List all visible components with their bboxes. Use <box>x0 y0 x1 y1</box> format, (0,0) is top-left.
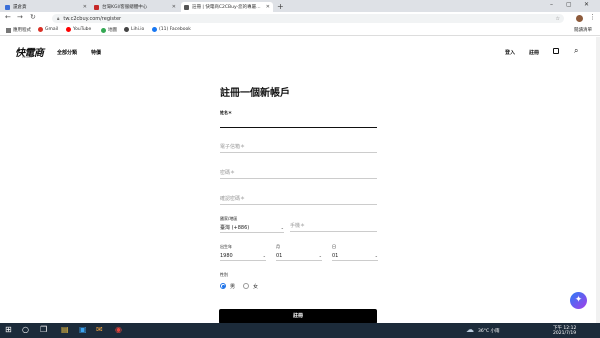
clock-date[interactable]: 2021/7/19 <box>553 331 576 336</box>
tab-1[interactable]: 還倉貨 ✕ <box>2 2 90 12</box>
forward-icon[interactable]: → <box>17 13 23 21</box>
close-icon[interactable]: ✕ <box>172 4 176 10</box>
profile-avatar[interactable] <box>576 15 583 22</box>
bookmark-label: (11) Facebook <box>159 27 191 32</box>
reading-list[interactable]: 閱讀清單 <box>574 27 592 33</box>
maps-icon <box>101 27 106 33</box>
tab-favicon-icon <box>5 4 10 10</box>
weather-icon: ☁ <box>466 325 474 334</box>
nav-all-categories[interactable]: 全部分類 <box>57 49 77 56</box>
reload-icon[interactable]: ↻ <box>30 13 36 21</box>
maximize-icon[interactable]: ▢ <box>566 1 572 8</box>
gender-female-label: 女 <box>253 284 259 290</box>
country-value: 臺灣 (+886) <box>220 225 250 231</box>
address-bar[interactable]: 🔒︎ tw.c2cbuy.com/register ☆ <box>52 14 564 23</box>
country-select[interactable]: 臺灣 (+886) ⌄ <box>220 223 284 233</box>
cart-icon[interactable] <box>553 48 559 54</box>
lock-icon: 🔒︎ <box>57 16 60 22</box>
apps-grid-icon <box>6 27 11 33</box>
month-label: 月 <box>276 244 280 249</box>
windows-start-icon[interactable]: ⊞ <box>5 325 12 335</box>
birth-year-value: 1980 <box>220 252 233 259</box>
minimize-icon[interactable]: – <box>550 1 553 8</box>
browser-menu-icon[interactable]: ⋮ <box>589 13 596 21</box>
tab-title: 還倉貨 <box>13 5 27 10</box>
confirm-password-field[interactable]: 確認密碼＊ <box>220 195 377 205</box>
bookmark-label: 應用程式 <box>13 28 31 33</box>
bookmark-label: YouTube <box>73 27 92 32</box>
lihi-icon <box>124 27 129 32</box>
weather-text: 36°C 小雨 <box>478 329 500 334</box>
day-select[interactable]: 01 ⌄ <box>332 251 378 261</box>
new-tab-icon[interactable]: + <box>277 2 284 11</box>
tab-3-active[interactable]: 註冊 | 快電商C2CBuy-您的專屬… ✕ <box>181 2 273 12</box>
page-scrollbar[interactable] <box>596 37 600 323</box>
month-value: 01 <box>276 252 283 259</box>
search-icon[interactable]: ⌕ <box>574 46 578 56</box>
bookmark-label: Lihi.io <box>131 27 145 32</box>
gmail-icon <box>38 27 43 32</box>
bookmark-maps[interactable]: 地圖 <box>101 27 117 33</box>
bookmark-apps[interactable]: 應用程式 <box>6 27 31 33</box>
close-icon[interactable]: ✕ <box>83 4 87 10</box>
url-text: tw.c2cbuy.com/register <box>63 15 122 22</box>
birth-year-select[interactable]: 1980 ⌄ <box>220 251 266 261</box>
month-select[interactable]: 01 ⌄ <box>276 251 322 261</box>
bookmark-facebook[interactable]: (11) Facebook <box>152 27 191 32</box>
chevron-down-icon: ⌄ <box>318 253 322 258</box>
chrome-icon[interactable]: ◉ <box>115 325 122 335</box>
country-label: 國家/地區 <box>220 216 238 221</box>
taskbar <box>0 323 600 338</box>
bookmark-star-icon[interactable]: ☆ <box>556 16 560 22</box>
bookmark-label: Gmail <box>45 27 59 32</box>
window-close-icon[interactable]: ✕ <box>584 1 589 8</box>
name-label: 姓名＊ <box>220 110 232 115</box>
register-submit-button[interactable]: 註冊 <box>219 309 377 324</box>
tab-favicon-icon <box>94 4 99 10</box>
close-icon[interactable]: ✕ <box>266 4 270 10</box>
day-label: 日 <box>332 244 336 249</box>
chevron-down-icon: ⌄ <box>374 253 378 258</box>
birth-year-label: 出生年 <box>220 244 232 249</box>
facebook-icon <box>152 27 157 32</box>
chevron-down-icon: ⌄ <box>262 253 266 258</box>
gender-label: 性別 <box>220 272 228 277</box>
password-field[interactable]: 密碼＊ <box>220 169 377 179</box>
bookmark-youtube[interactable]: YouTube <box>66 27 91 32</box>
phone-field[interactable]: 手機＊ <box>290 222 377 232</box>
site-logo-sub: C2CBUY <box>22 56 33 59</box>
gender-female-radio[interactable] <box>243 283 249 289</box>
login-link[interactable]: 登入 <box>505 49 515 56</box>
tab-bar <box>0 0 600 12</box>
store-icon[interactable]: ▣ <box>79 325 87 335</box>
bookmark-gmail[interactable]: Gmail <box>38 27 58 32</box>
day-value: 01 <box>332 252 339 259</box>
page-title: 註冊一個新帳戶 <box>220 88 290 99</box>
gender-male-radio[interactable] <box>220 283 226 289</box>
youtube-icon <box>66 27 71 32</box>
register-link[interactable]: 註冊 <box>529 49 539 56</box>
tab-2[interactable]: 台灣KGI/客服總體中心 ✕ <box>91 2 179 12</box>
bookmark-lihi[interactable]: Lihi.io <box>124 27 144 32</box>
task-view-icon[interactable]: ❐ <box>40 325 47 335</box>
search-icon[interactable]: ○ <box>22 325 29 335</box>
gender-male-label: 男 <box>230 284 236 290</box>
nav-sale[interactable]: 特價 <box>91 49 101 56</box>
mail-icon[interactable]: ✉ <box>96 325 103 335</box>
file-explorer-icon[interactable]: ▤ <box>61 325 69 335</box>
back-icon[interactable]: ← <box>5 13 11 21</box>
tab-favicon-icon <box>184 4 189 10</box>
email-field[interactable]: 電子信箱＊ <box>220 143 377 153</box>
tab-title: 台灣KGI/客服總體中心 <box>102 5 148 10</box>
name-field[interactable] <box>220 118 377 128</box>
tab-title: 註冊 | 快電商C2CBuy-您的專屬… <box>192 5 261 10</box>
bookmark-label: 地圖 <box>108 28 117 33</box>
chevron-down-icon: ⌄ <box>280 225 284 230</box>
messenger-chat-icon[interactable]: ✦ <box>570 292 587 309</box>
